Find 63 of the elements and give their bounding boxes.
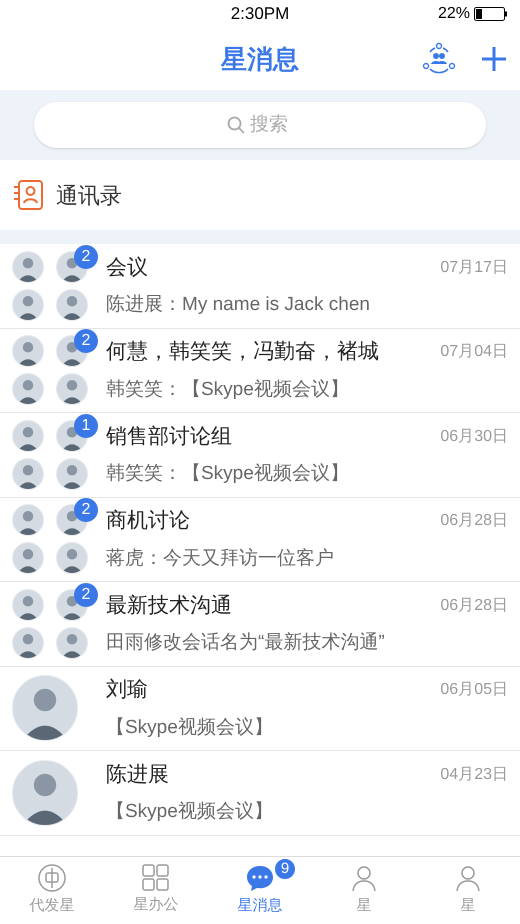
avatar	[12, 335, 44, 368]
conversation-row[interactable]: 2 最新技术沟通 06月28日 田雨修改会话名为“最新技术沟通”	[0, 582, 520, 666]
unread-badge: 2	[74, 244, 98, 269]
contacts-label: 通讯录	[56, 182, 122, 210]
avatar	[12, 504, 44, 536]
conversation-row[interactable]: 刘瑜 06月05日 【Skype视频会议】	[0, 666, 520, 751]
battery-percent: 22%	[438, 4, 470, 24]
avatar	[56, 626, 88, 659]
conversation-date: 04月23日	[440, 764, 508, 784]
group-people-icon[interactable]	[422, 42, 456, 76]
avatar	[56, 373, 88, 406]
tab[interactable]: 9 星消息	[208, 857, 312, 924]
conversation-name: 商机讨论	[106, 508, 190, 534]
conversation-name: 最新技术沟通	[106, 592, 232, 619]
grid-icon	[142, 864, 170, 892]
unread-badge: 1	[74, 414, 98, 438]
message-preview: 韩笑笑：【Skype视频会议】	[106, 462, 350, 486]
message-preview: 蒋虎：今天又拜访一位客户	[106, 546, 335, 571]
conversation-row[interactable]: 2 何慧，韩笑笑，冯勤奋，褚城 07月04日 韩笑笑：【Skype视频会议】	[0, 328, 520, 413]
conversation-row[interactable]: 陈进展 04月23日 【Skype视频会议】	[0, 751, 520, 836]
message-preview: 陈进展：My name is Jack chen	[106, 293, 371, 318]
avatar	[12, 458, 44, 490]
add-icon[interactable]	[480, 45, 508, 73]
avatar	[12, 626, 44, 659]
conversation-name: 刘瑜	[106, 677, 148, 704]
message-preview: 韩笑笑：【Skype视频会议】	[106, 378, 350, 402]
avatar	[12, 373, 44, 406]
message-preview: 【Skype视频会议】	[106, 716, 274, 740]
page-title: 星消息	[221, 42, 299, 76]
conversation-name: 会议	[106, 254, 148, 281]
avatar	[12, 588, 44, 621]
conversation-row[interactable]: 2 商机讨论 06月28日 蒋虎：今天又拜访一位客户	[0, 498, 520, 582]
conversation-name: 何慧，韩笑笑，冯勤奋，褚城	[106, 339, 379, 366]
tab-badge: 9	[273, 857, 297, 882]
avatar	[56, 288, 88, 321]
avatar	[12, 250, 44, 283]
chat-bubble-icon	[245, 863, 275, 894]
avatar	[56, 542, 88, 574]
status-time: 2:30PM	[230, 3, 290, 26]
unread-badge: 2	[74, 582, 98, 607]
avatar	[12, 288, 44, 321]
conversation-date: 07月04日	[440, 342, 508, 362]
conversation-row[interactable]: 1 销售部讨论组 06月30日 韩笑笑：【Skype视频会议】	[0, 413, 520, 498]
avatar	[56, 458, 88, 490]
conversation-date: 06月30日	[440, 426, 508, 446]
conversation-date: 07月17日	[440, 258, 508, 278]
avatar	[12, 542, 44, 574]
contact-book-icon	[12, 179, 44, 211]
conversation-row[interactable]: 2 会议 07月17日 陈进展：My name is Jack chen	[0, 244, 520, 328]
unread-badge: 2	[74, 498, 98, 522]
conversation-name: 陈进展	[106, 762, 169, 788]
message-preview: 【Skype视频会议】	[106, 800, 274, 824]
search-icon	[226, 115, 246, 135]
avatar	[12, 420, 44, 452]
conversation-date: 06月05日	[440, 680, 508, 700]
search-field[interactable]: 搜索	[250, 110, 294, 140]
conversation-date: 06月28日	[440, 596, 508, 616]
conversation-name: 销售部讨论组	[106, 424, 232, 450]
battery-icon	[474, 7, 508, 21]
coin-icon	[37, 863, 67, 894]
conversation-date: 06月28日	[440, 511, 508, 531]
unread-badge: 2	[74, 329, 98, 354]
message-preview: 田雨修改会话名为“最新技术沟通”	[106, 631, 386, 656]
